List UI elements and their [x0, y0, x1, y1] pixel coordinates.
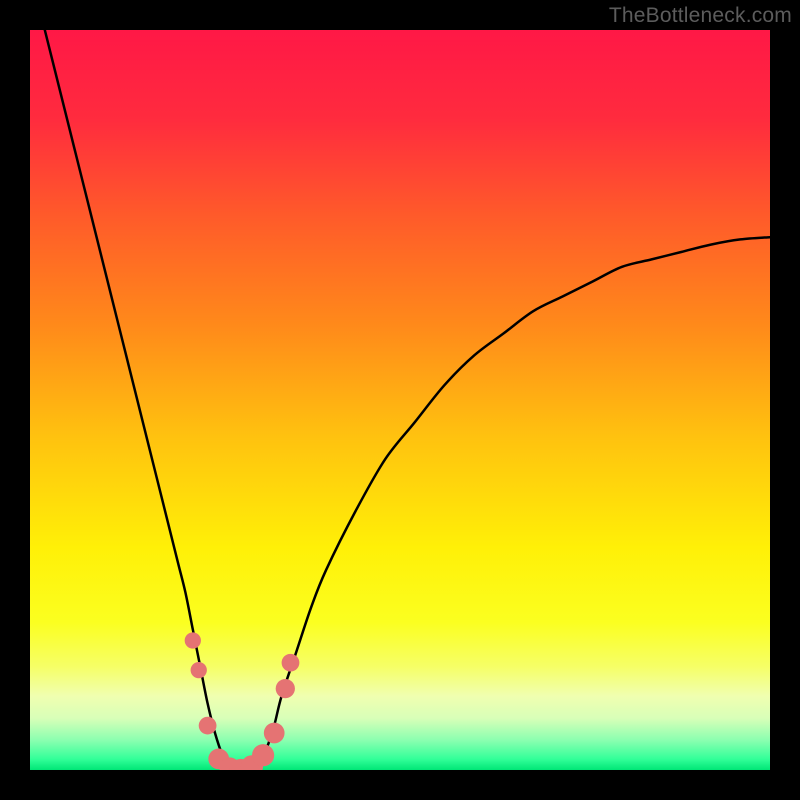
- curve-marker: [282, 654, 300, 672]
- curve-layer: [30, 30, 770, 770]
- marker-layer: [185, 632, 300, 770]
- curve-marker: [264, 723, 285, 744]
- curve-marker: [276, 679, 295, 698]
- curve-marker: [185, 632, 201, 648]
- curve-marker: [199, 717, 217, 735]
- chart-frame: TheBottleneck.com: [0, 0, 800, 800]
- bottleneck-curve: [30, 30, 770, 770]
- plot-area: [30, 30, 770, 770]
- watermark-text: TheBottleneck.com: [609, 4, 792, 28]
- curve-marker: [252, 744, 274, 766]
- curve-marker: [191, 662, 207, 678]
